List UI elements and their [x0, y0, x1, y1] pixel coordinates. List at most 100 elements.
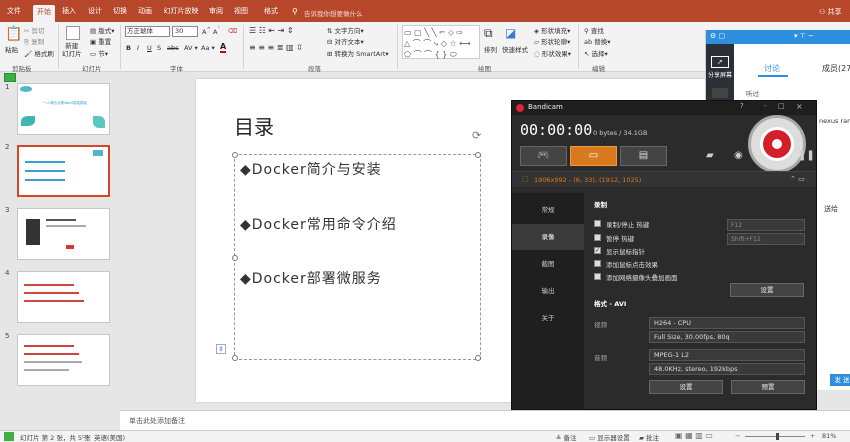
sidebar-item-output[interactable]: 输出: [512, 278, 584, 304]
slide-thumb-1[interactable]: 一人简历大赛Word智能模板: [17, 83, 110, 135]
resize-handle[interactable]: [232, 255, 238, 261]
resize-handle[interactable]: [232, 355, 238, 361]
share-screen-icon[interactable]: ➚: [711, 56, 729, 68]
zoom-level[interactable]: 81%: [822, 432, 836, 440]
italic-button[interactable]: I: [137, 44, 139, 52]
help-button[interactable]: ?: [740, 102, 744, 110]
slide-bullet[interactable]: ◆Docker部署微服务: [240, 268, 382, 288]
hotkey-pause-field[interactable]: Shift+F12: [727, 233, 805, 245]
zoom-out-button[interactable]: −: [735, 432, 740, 440]
camera-icon[interactable]: [712, 88, 728, 98]
presets-button[interactable]: 预置: [731, 380, 805, 394]
resize-handle[interactable]: [232, 152, 238, 158]
camera-icon[interactable]: ◉: [734, 150, 743, 161]
send-button[interactable]: 发 送: [830, 374, 850, 386]
slide-thumb-4[interactable]: [17, 271, 110, 323]
replace-button[interactable]: ab 替换▾: [584, 36, 610, 46]
tab-transitions[interactable]: 切换: [111, 4, 129, 18]
strikethrough-button[interactable]: abc: [167, 44, 179, 52]
arrange-button[interactable]: 排列: [484, 44, 497, 54]
slide-thumb-5[interactable]: [17, 334, 110, 386]
font-size-select[interactable]: 30: [172, 26, 198, 37]
quick-styles-button[interactable]: 快速样式: [502, 44, 528, 54]
close-button[interactable]: ×: [796, 102, 803, 111]
slide-bullet[interactable]: ◆Docker简介与安装: [240, 159, 382, 179]
tell-me-search[interactable]: 告诉我你想要做什么: [304, 8, 363, 18]
checkbox-cursor[interactable]: ✓: [594, 247, 601, 254]
format-painter-button[interactable]: 🖌 格式刷: [24, 48, 54, 58]
view-buttons[interactable]: ▣ ▦ ▥ ▭: [675, 431, 713, 440]
settings-icon[interactable]: ⚙ ▢: [710, 32, 725, 40]
section-button[interactable]: ▭ 节▾: [90, 48, 108, 58]
sidebar-item-video[interactable]: 录像: [512, 224, 584, 250]
content-placeholder[interactable]: ◆Docker简介与安装 ◆Docker常用命令介绍 ◆Docker部署微服务 …: [232, 129, 481, 361]
shapes-gallery[interactable]: ▭ ▢ ╲ ╲ ⌐ ⬦ ⇨ △ ⌒ ⌒ ⤷ ◇ ☆ ⟷ ⬠ ⌒ ⌒ { } ⬭: [402, 25, 480, 59]
clear-format-icon[interactable]: ⌫: [228, 27, 237, 35]
grow-font-button[interactable]: A^ Aˇ: [202, 27, 220, 36]
zoom-slider[interactable]: [745, 436, 805, 437]
slide-bullet[interactable]: ◆Docker常用命令介绍: [240, 214, 397, 234]
align-text-button[interactable]: ⊟ 对齐文本▾: [327, 36, 364, 46]
share-button[interactable]: ⚇ 共享: [819, 7, 842, 17]
rotate-handle-icon[interactable]: ⟳: [472, 129, 481, 142]
settings-button[interactable]: 设置: [730, 283, 804, 297]
new-slide-icon[interactable]: [66, 26, 80, 40]
slide-thumb-3[interactable]: [17, 208, 110, 260]
font-name-select[interactable]: 方正琥体: [125, 26, 170, 37]
tab-slideshow[interactable]: 幻灯片放映: [162, 4, 200, 18]
zoom-in-button[interactable]: +: [810, 432, 815, 440]
text-direction-button[interactable]: ⇅ 文字方向▾: [327, 25, 364, 35]
checkbox-webcam[interactable]: [594, 273, 601, 280]
shape-outline-button[interactable]: ▱ 形状轮廓▾: [534, 36, 570, 46]
shape-effects-button[interactable]: ◌ 形状效果▾: [534, 48, 571, 58]
pause-icon[interactable]: ❚❚: [798, 150, 815, 161]
quick-styles-icon[interactable]: ◪: [505, 26, 516, 40]
paste-icon[interactable]: 📋: [5, 26, 22, 42]
copy-button[interactable]: ⎘ 复制: [24, 36, 44, 47]
layout-button[interactable]: ▤ 版式▾: [90, 25, 114, 35]
tab-home[interactable]: 开始: [33, 5, 55, 22]
tab-design[interactable]: 设计: [86, 4, 104, 18]
format-settings-button[interactable]: 设置: [649, 380, 723, 394]
display-settings[interactable]: ▭ 显示器设置: [589, 432, 630, 442]
tab-file[interactable]: 文件: [4, 4, 24, 18]
comments-toggle[interactable]: ▰ 批注: [639, 432, 659, 442]
region-toggle-icon[interactable]: ⌃ ▭: [790, 175, 805, 183]
bold-button[interactable]: B: [126, 44, 131, 52]
underline-button[interactable]: U: [147, 44, 152, 52]
folder-icon[interactable]: ▰: [706, 150, 714, 161]
game-mode-button[interactable]: 🎮: [520, 146, 567, 166]
maximize-button[interactable]: □: [778, 102, 785, 110]
slide-thumb-2[interactable]: [17, 145, 110, 197]
sidebar-item-about[interactable]: 关于: [512, 305, 584, 331]
checkbox-click-effect[interactable]: [594, 260, 601, 267]
arrange-icon[interactable]: ⧉: [484, 26, 493, 41]
spacing-button[interactable]: AV ▾: [184, 44, 198, 52]
zoom-thumb[interactable]: [776, 433, 779, 440]
tab-format[interactable]: 格式: [262, 4, 280, 18]
tab-view[interactable]: 视图: [232, 4, 250, 18]
language[interactable]: 英语(美国): [94, 432, 125, 442]
align-buttons[interactable]: ≡ ≡ ≡ ≣ ▥ ⇳: [249, 43, 303, 52]
cut-button[interactable]: ✂ 剪切: [24, 25, 45, 35]
sidebar-item-image[interactable]: 截图: [512, 251, 584, 277]
select-button[interactable]: ↖ 选择▾: [584, 48, 608, 58]
sidebar-item-general[interactable]: 常规: [512, 197, 584, 223]
record-button[interactable]: [748, 115, 806, 173]
slide-title[interactable]: 目录: [234, 111, 274, 140]
hotkey-record-field[interactable]: F12: [727, 219, 805, 231]
tab-members[interactable]: 成员(27: [822, 63, 850, 74]
reset-button[interactable]: ▣ 重置: [90, 36, 111, 46]
checkbox-hotkey[interactable]: [594, 220, 601, 227]
notes-pane[interactable]: 单击此处添加备注: [120, 410, 850, 430]
find-button[interactable]: ⚲ 查找: [584, 25, 604, 35]
tab-insert[interactable]: 插入: [60, 4, 78, 18]
font-color-button[interactable]: A: [220, 42, 227, 53]
notes-toggle[interactable]: ≜ 备注: [556, 432, 577, 442]
share-screen-label[interactable]: 分享屏幕: [706, 70, 734, 79]
tab-review[interactable]: 审阅: [207, 4, 225, 18]
pin-icon[interactable]: ▾ ⊤ −: [794, 32, 814, 40]
resize-handle[interactable]: [475, 152, 481, 158]
shape-fill-button[interactable]: ◈ 形状填充▾: [534, 25, 570, 35]
bullets-button[interactable]: ☰ ☷ ⇤ ⇥ ⇕: [249, 26, 294, 35]
